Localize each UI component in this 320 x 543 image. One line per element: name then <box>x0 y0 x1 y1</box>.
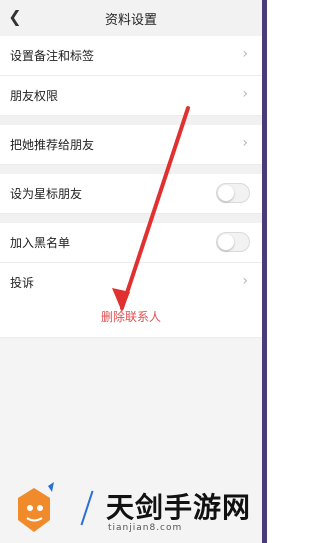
watermark-brand: 天剑手游网 <box>106 491 252 524</box>
red-arrow-annotation <box>112 106 190 312</box>
watermark-logo-icon <box>18 482 54 532</box>
watermark-divider <box>80 490 94 526</box>
side-strip <box>262 0 267 543</box>
watermark-url: tianjian8.com <box>108 523 183 533</box>
watermark: 天剑手游网 tianjian8.com <box>14 480 254 540</box>
